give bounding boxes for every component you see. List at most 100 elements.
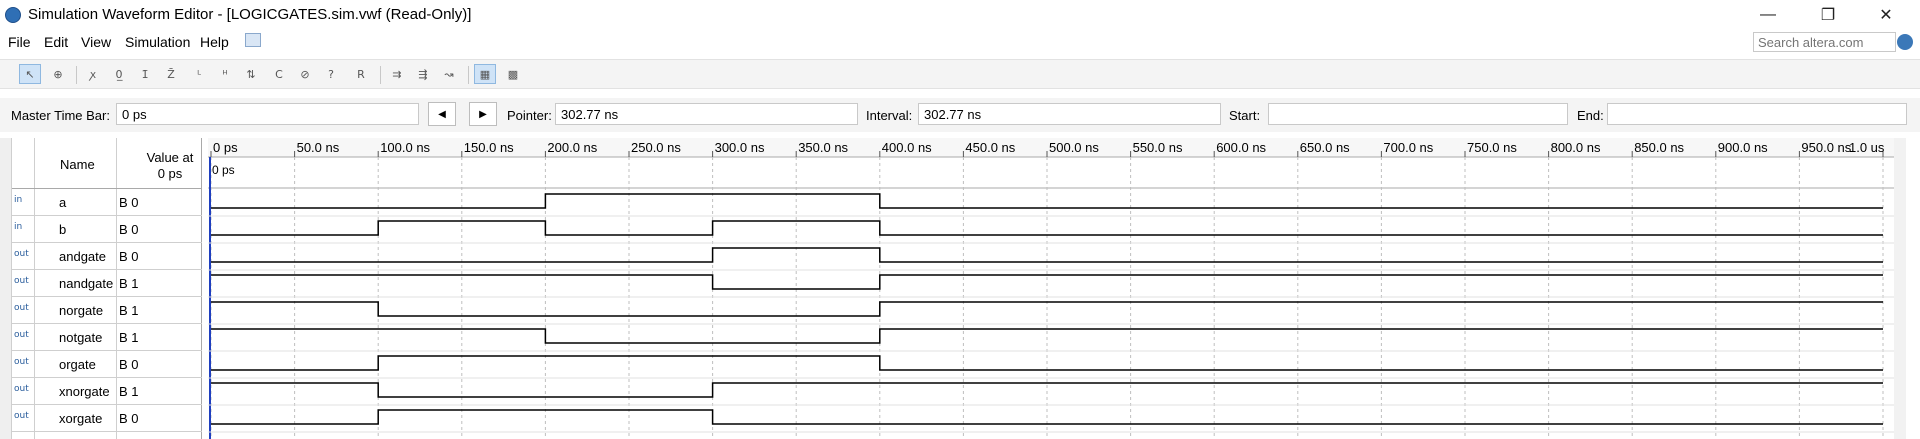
clock-value-icon[interactable]: ⊘ xyxy=(294,64,316,84)
cursor-time-label: 0 ps xyxy=(212,163,235,177)
start-label: Start: xyxy=(1229,108,1261,123)
uninitialized-icon[interactable]: ꭗ xyxy=(82,64,104,84)
time-tick-label: 350.0 ns xyxy=(798,140,848,155)
output-pin-icon: out xyxy=(14,330,29,340)
minimize-button[interactable]: — xyxy=(1744,0,1792,30)
waveform-canvas[interactable]: 0 ps 50.0 ns 100.0 ns 150.0 ns 200.0 ns 250.0… xyxy=(208,138,1894,439)
time-tick-label: 900.0 ns xyxy=(1718,140,1768,155)
globe-icon[interactable] xyxy=(1897,34,1913,50)
menu-help[interactable]: Help xyxy=(200,34,229,50)
arbitrary-value-icon[interactable]: ? xyxy=(320,64,342,84)
signal-value: B 1 xyxy=(119,330,139,345)
menu-simulation[interactable]: Simulation xyxy=(125,34,190,50)
signal-row-nandgate[interactable]: out nandgate B 1 xyxy=(12,270,202,297)
signal-name: norgate xyxy=(59,303,104,318)
waveform-editor: Name Value at 0 ps in a B 0 in b B 0 out andgat… xyxy=(0,138,1920,439)
end-field[interactable] xyxy=(1607,103,1907,125)
signal-row-xorgate[interactable]: out xorgate B 0 xyxy=(12,405,202,432)
time-tick-label: 300.0 ns xyxy=(715,140,765,155)
weak-low-icon[interactable]: ᴸ xyxy=(188,64,210,84)
signal-value: B 1 xyxy=(119,384,139,399)
interval-field[interactable]: 302.77 ns xyxy=(918,103,1221,125)
time-tick-label: 550.0 ns xyxy=(1133,140,1183,155)
time-tick-label: 500.0 ns xyxy=(1049,140,1099,155)
input-pin-icon: in xyxy=(14,222,23,232)
name-column-header[interactable]: Name xyxy=(60,157,95,172)
next-transition-button[interactable]: ▶ xyxy=(469,102,497,126)
functional-simulation-icon[interactable]: ⇉ xyxy=(386,64,408,84)
signal-value: B 0 xyxy=(119,249,139,264)
vertical-scrollbar[interactable] xyxy=(1894,138,1906,439)
time-tick-label: 100.0 ns xyxy=(380,140,430,155)
signal-name: xnorgate xyxy=(59,384,110,399)
snap-to-grid-icon[interactable]: ▦ xyxy=(474,64,496,84)
search-input[interactable] xyxy=(1753,32,1896,52)
end-label: End: xyxy=(1577,108,1604,123)
start-field[interactable] xyxy=(1268,103,1568,125)
signal-name: xorgate xyxy=(59,411,103,426)
high-impedance-icon[interactable]: Z̄ xyxy=(160,64,182,84)
pointer-field[interactable]: 302.77 ns xyxy=(555,103,858,125)
grid-settings-icon[interactable]: ▩ xyxy=(502,64,524,84)
signal-row-notgate[interactable]: out notgate B 1 xyxy=(12,324,202,351)
count-value-icon[interactable]: C xyxy=(268,64,290,84)
previous-transition-button[interactable]: ◀ xyxy=(428,102,456,126)
master-time-bar-label: Master Time Bar: xyxy=(11,108,110,123)
menu-edit[interactable]: Edit xyxy=(44,34,68,50)
output-pin-icon: out xyxy=(14,249,29,259)
window-title: Simulation Waveform Editor - [LOGICGATES… xyxy=(28,6,472,23)
time-tick-label: 800.0 ns xyxy=(1551,140,1601,155)
time-tick-label: 750.0 ns xyxy=(1467,140,1517,155)
row-gutter xyxy=(0,138,12,439)
title-bar: Simulation Waveform Editor - [LOGICGATES… xyxy=(0,0,1920,30)
output-pin-icon: out xyxy=(14,384,29,394)
force-high-icon[interactable]: 1̄ xyxy=(134,64,156,84)
time-tick-label: 50.0 ns xyxy=(297,140,340,155)
signal-row-a[interactable]: in a B 0 xyxy=(12,189,202,216)
pointer-label: Pointer: xyxy=(507,108,552,123)
output-pin-icon: out xyxy=(14,357,29,367)
app-icon xyxy=(5,7,21,23)
netlist-icon[interactable]: ↝ xyxy=(438,64,460,84)
toolbar-separator xyxy=(468,66,469,84)
value-column-header[interactable]: Value at 0 ps xyxy=(130,150,210,182)
signal-row-orgate[interactable]: out orgate B 0 xyxy=(12,351,202,378)
time-tick-label: 450.0 ns xyxy=(965,140,1015,155)
menu-view[interactable]: View xyxy=(81,34,111,50)
weak-high-icon[interactable]: ᴴ xyxy=(214,64,236,84)
menu-bar: File Edit View Simulation Help xyxy=(0,30,1920,54)
signal-row-xnorgate[interactable]: out xnorgate B 1 xyxy=(12,378,202,405)
zoom-tool-icon[interactable]: ⊕ xyxy=(47,64,69,84)
input-pin-icon: in xyxy=(14,195,23,205)
menu-file[interactable]: File xyxy=(8,34,31,50)
feedback-icon[interactable] xyxy=(245,33,261,47)
time-tick-label: 150.0 ns xyxy=(464,140,514,155)
signal-value: B 1 xyxy=(119,303,139,318)
random-value-icon[interactable]: R xyxy=(350,64,372,84)
value-header-line1: Value at xyxy=(146,150,194,165)
signal-name: andgate xyxy=(59,249,106,264)
time-tick-label: 850.0 ns xyxy=(1634,140,1684,155)
time-tick-label: 200.0 ns xyxy=(547,140,597,155)
restore-button[interactable]: ❐ xyxy=(1804,0,1852,30)
signal-row-b[interactable]: in b B 0 xyxy=(12,216,202,243)
signal-name: notgate xyxy=(59,330,103,345)
signal-row-andgate[interactable]: out andgate B 0 xyxy=(12,243,202,270)
time-tick-label: 600.0 ns xyxy=(1216,140,1266,155)
output-pin-icon: out xyxy=(14,276,29,286)
signal-name: nandgate xyxy=(59,276,114,291)
master-time-bar-field[interactable]: 0 ps xyxy=(116,103,419,125)
time-bar: Master Time Bar: 0 ps ◀ ▶ Pointer: 302.7… xyxy=(0,98,1920,132)
close-button[interactable]: ✕ xyxy=(1862,0,1910,30)
invert-icon[interactable]: ⇅ xyxy=(240,64,262,84)
signal-table: Name Value at 0 ps in a B 0 in b B 0 out andgat… xyxy=(12,138,202,439)
time-tick-label: 250.0 ns xyxy=(631,140,681,155)
timing-simulation-icon[interactable]: ⇶ xyxy=(412,64,434,84)
output-pin-icon: out xyxy=(14,411,29,421)
signal-row-norgate[interactable]: out norgate B 1 xyxy=(12,297,202,324)
selection-tool-icon[interactable]: ↖ xyxy=(19,64,41,84)
force-low-icon[interactable]: 0̲ xyxy=(108,64,130,84)
signal-name: orgate xyxy=(59,357,96,372)
time-tick-label: 400.0 ns xyxy=(882,140,932,155)
signal-name: a xyxy=(59,195,67,210)
